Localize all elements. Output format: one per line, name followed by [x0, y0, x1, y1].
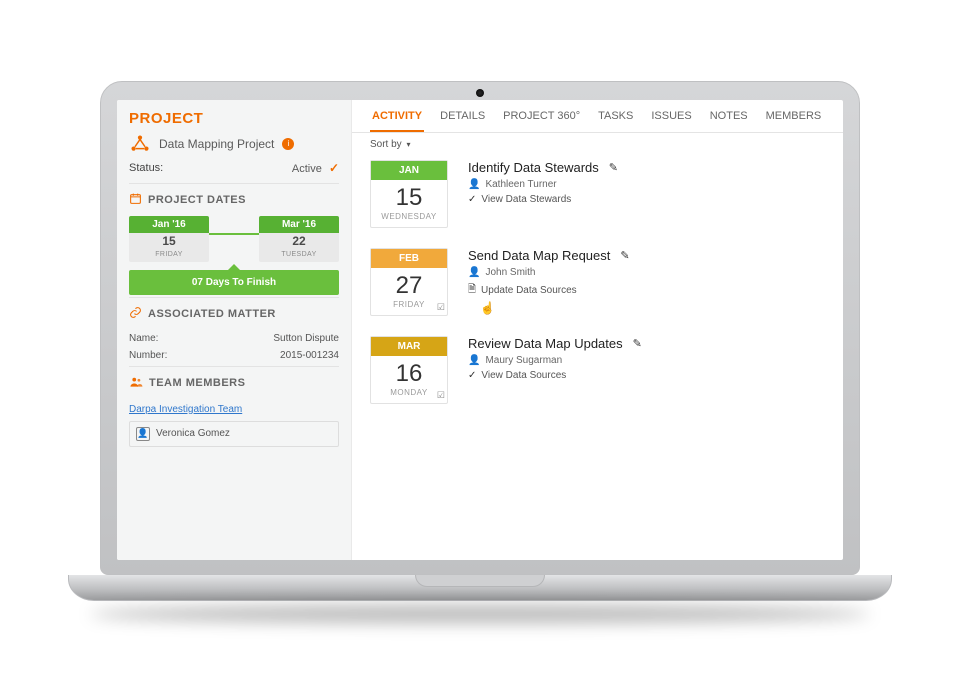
status-label: Status: — [129, 162, 163, 174]
activity-title: Send Data Map Request — [468, 248, 610, 263]
activity-title-row: Identify Data Stewards ✎ — [468, 160, 618, 175]
activity-sub-row[interactable]: ✓ View Data Sources — [468, 370, 642, 381]
document-icon: 🗎 — [468, 282, 476, 299]
info-icon[interactable]: i — [282, 138, 294, 150]
tabs-nav: ACTIVITY DETAILS PROJECT 360° TASKS ISSUES NO… — [352, 100, 843, 133]
screen-bezel: PROJECT Data Mapping Project i St — [100, 81, 860, 575]
drop-shadow — [90, 605, 870, 623]
calendar-tile: JAN15WEDNESDAY — [370, 160, 448, 228]
activity-sub-label: Update Data Sources — [481, 285, 577, 296]
section-project-dates: PROJECT DATES — [129, 183, 339, 208]
check-icon: ✓ — [468, 194, 476, 205]
person-icon: 👤 — [136, 427, 150, 441]
activity-body: Send Data Map Request ✎ 👤 John Smith 🗎 Update… — [468, 248, 630, 316]
status-row: Status: Active ✓ — [129, 161, 339, 175]
person-icon: 👤 — [468, 179, 480, 190]
section-heading: PROJECT DATES — [148, 194, 246, 206]
section-heading: ASSOCIATED MATTER — [148, 308, 276, 320]
activity-person-row: 👤 Kathleen Turner — [468, 179, 618, 190]
matter-name-row: Name: Sutton Dispute — [129, 330, 339, 347]
team-member-name: Veronica Gomez — [156, 428, 230, 439]
team-link[interactable]: Darpa Investigation Team — [129, 400, 339, 421]
cursor-hand-icon: ☝ — [480, 301, 630, 315]
activity-card: FEB27FRIDAY☑ Send Data Map Request ✎ 👤 John … — [370, 248, 825, 316]
activity-sub-label: View Data Sources — [481, 370, 566, 381]
laptop-base — [68, 575, 892, 601]
activity-feed: JAN15WEDNESDAY Identify Data Stewards ✎ 👤 Ka… — [352, 156, 843, 408]
project-sidebar: PROJECT Data Mapping Project i St — [117, 100, 352, 560]
days-remaining-pill: 07 Days To Finish — [129, 270, 339, 295]
calendar-day: 27 — [371, 268, 447, 300]
edit-icon[interactable]: ✎ — [609, 161, 618, 174]
activity-person: John Smith — [485, 267, 535, 278]
tab-members[interactable]: MEMBERS — [764, 110, 824, 132]
calendar-weekday: FRIDAY — [371, 300, 447, 315]
edit-icon[interactable]: ✎ — [633, 337, 642, 350]
trackpad-notch — [415, 575, 545, 587]
sort-by-dropdown[interactable]: Sort by ▾ — [352, 133, 843, 156]
calendar-month: MAR — [371, 337, 447, 356]
calendar-weekday: WEDNESDAY — [371, 212, 447, 227]
app-screen: PROJECT Data Mapping Project i St — [117, 100, 843, 560]
activity-title-row: Send Data Map Request ✎ — [468, 248, 630, 263]
activity-card: MAR16MONDAY☑ Review Data Map Updates ✎ 👤 Mau… — [370, 336, 825, 404]
edit-icon[interactable]: ✎ — [620, 249, 629, 262]
activity-person-row: 👤 John Smith — [468, 267, 630, 278]
person-icon: 👤 — [468, 355, 480, 366]
section-heading: TEAM MEMBERS — [149, 377, 245, 389]
link-icon — [129, 306, 142, 322]
date-range-end: Mar '16 22 TUESDAY — [259, 216, 339, 262]
corner-check-icon: ☑ — [437, 302, 445, 313]
activity-sub-label: View Data Stewards — [481, 194, 571, 205]
tab-notes[interactable]: NOTES — [708, 110, 750, 132]
activity-title: Review Data Map Updates — [468, 336, 623, 351]
check-icon: ✓ — [468, 370, 476, 381]
project-label: PROJECT — [129, 110, 339, 127]
project-title: Data Mapping Project — [159, 137, 274, 151]
date-range-start: Jan '16 15 FRIDAY — [129, 216, 209, 262]
team-member-row[interactable]: 👤 Veronica Gomez — [129, 421, 339, 447]
main-panel: ACTIVITY DETAILS PROJECT 360° TASKS ISSUES NO… — [352, 100, 843, 560]
tab-project-360-[interactable]: PROJECT 360° — [501, 110, 582, 132]
chevron-down-icon: ▾ — [406, 140, 410, 149]
camera-dot — [476, 89, 484, 97]
activity-sub-row[interactable]: ✓ View Data Stewards — [468, 194, 618, 205]
section-associated-matter: ASSOCIATED MATTER — [129, 297, 339, 322]
calendar-day: 16 — [371, 356, 447, 388]
calendar-day: 15 — [371, 180, 447, 212]
activity-body: Identify Data Stewards ✎ 👤 Kathleen Turner ✓… — [468, 160, 618, 228]
activity-person-row: 👤 Maury Sugarman — [468, 355, 642, 366]
corner-check-icon: ☑ — [437, 390, 445, 401]
calendar-tile: MAR16MONDAY☑ — [370, 336, 448, 404]
project-nodes-icon — [129, 133, 151, 155]
status-value: Active ✓ — [292, 161, 339, 175]
section-team-members: TEAM MEMBERS — [129, 366, 339, 392]
check-icon: ✓ — [329, 161, 339, 175]
calendar-icon — [129, 192, 142, 208]
people-icon — [129, 375, 143, 392]
calendar-month: JAN — [371, 161, 447, 180]
matter-number-row: Number: 2015-001234 — [129, 347, 339, 364]
activity-title-row: Review Data Map Updates ✎ — [468, 336, 642, 351]
project-title-row: Data Mapping Project i — [129, 133, 339, 155]
laptop-mockup: PROJECT Data Mapping Project i St — [100, 81, 860, 601]
activity-card: JAN15WEDNESDAY Identify Data Stewards ✎ 👤 Ka… — [370, 160, 825, 228]
activity-person: Maury Sugarman — [485, 355, 562, 366]
activity-person: Kathleen Turner — [485, 179, 556, 190]
date-range: Jan '16 15 FRIDAY Mar '16 22 TUESDAY — [129, 216, 339, 264]
activity-title: Identify Data Stewards — [468, 160, 599, 175]
tab-details[interactable]: DETAILS — [438, 110, 487, 132]
tab-activity[interactable]: ACTIVITY — [370, 110, 424, 132]
calendar-tile: FEB27FRIDAY☑ — [370, 248, 448, 316]
calendar-weekday: MONDAY — [371, 388, 447, 403]
activity-body: Review Data Map Updates ✎ 👤 Maury Sugarman ✓… — [468, 336, 642, 404]
person-icon: 👤 — [468, 267, 480, 278]
tab-tasks[interactable]: TASKS — [596, 110, 635, 132]
activity-sub-row[interactable]: 🗎 Update Data Sources — [468, 282, 630, 299]
tab-issues[interactable]: ISSUES — [649, 110, 693, 132]
calendar-month: FEB — [371, 249, 447, 268]
